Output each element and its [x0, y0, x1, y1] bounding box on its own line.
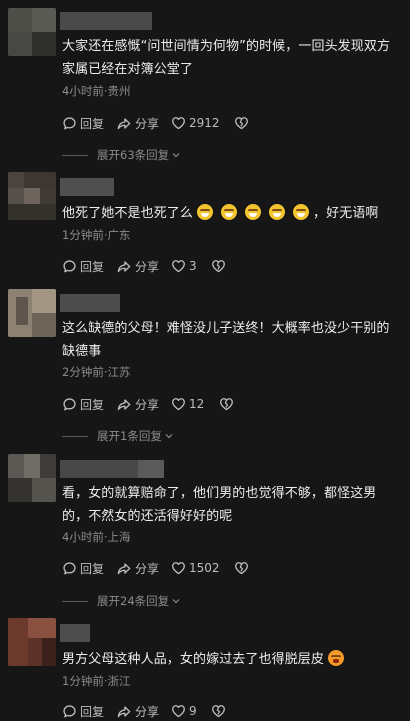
username-redacted[interactable]: [60, 178, 114, 196]
share-arrow-icon: [117, 562, 131, 574]
avatar[interactable]: [8, 8, 56, 56]
comment-actions: 回复 分享 2912: [62, 113, 254, 133]
share-arrow-icon: [117, 260, 131, 272]
share-button[interactable]: 分享: [116, 558, 171, 578]
chevron-down-icon: [172, 599, 180, 604]
share-label: 分享: [135, 704, 160, 719]
share-arrow-icon: [117, 398, 131, 410]
username-redacted[interactable]: [60, 624, 90, 642]
divider-line: [62, 435, 88, 437]
crying-laughing-emoji: [197, 204, 214, 220]
like-count: 1502: [189, 561, 220, 575]
comment-meta: 1分钟前·广东: [62, 228, 131, 242]
chevron-down-icon: [172, 153, 180, 158]
broken-heart-icon: [212, 260, 225, 273]
dislike-button[interactable]: [234, 558, 254, 578]
reply-button[interactable]: 回复: [62, 256, 116, 276]
comment-actions: 回复 分享 1502: [62, 558, 254, 578]
broken-heart-icon: [234, 117, 248, 130]
crying-laughing-emoji: [245, 204, 262, 220]
comment-meta: 4小时前·贵州: [62, 84, 131, 98]
crying-laughing-emoji: [269, 204, 286, 220]
heart-icon: [172, 398, 185, 411]
heart-icon: [172, 562, 185, 575]
reply-button[interactable]: 回复: [62, 394, 116, 414]
like-button[interactable]: 2912: [171, 113, 220, 133]
reply-label: 回复: [80, 259, 105, 274]
dislike-button[interactable]: [219, 394, 239, 414]
crying-laughing-emoji: [293, 204, 310, 220]
broken-heart-icon: [234, 562, 248, 575]
dislike-button[interactable]: [234, 113, 254, 133]
reply-button[interactable]: 回复: [62, 701, 116, 721]
comment-text: 这么缺德的父母！难怪没儿子送终！大概率也没少干别的缺德事: [62, 321, 390, 359]
like-button[interactable]: 1502: [171, 558, 220, 578]
like-count: 3: [189, 259, 197, 273]
share-label: 分享: [135, 397, 160, 412]
expand-replies-button[interactable]: 展开1条回复: [62, 428, 174, 444]
broken-heart-icon: [212, 705, 225, 718]
divider-line: [62, 600, 88, 602]
avatar[interactable]: [8, 454, 56, 502]
share-label: 分享: [135, 561, 160, 576]
heart-icon: [172, 260, 185, 273]
comment-actions: 回复 分享 3: [62, 256, 231, 276]
share-arrow-icon: [117, 705, 131, 717]
heart-icon: [172, 705, 185, 718]
comment-text: 看，女的就算赔命了，他们男的也觉得不够，都怪这男的，不然女的还活得好好的呢: [62, 486, 377, 524]
share-button[interactable]: 分享: [116, 113, 171, 133]
username-redacted[interactable]: [60, 294, 120, 312]
share-button[interactable]: 分享: [116, 701, 171, 721]
speech-bubble-icon: [63, 259, 76, 272]
reply-button[interactable]: 回复: [62, 113, 116, 133]
like-count: 9: [189, 704, 197, 718]
like-count: 12: [189, 397, 205, 411]
comment-meta: 2分钟前·江苏: [62, 365, 131, 379]
expand-label: 展开63条回复: [97, 148, 170, 162]
comment-actions: 回复 分享 9: [62, 701, 231, 721]
broken-heart-icon: [220, 398, 233, 411]
reply-label: 回复: [80, 561, 105, 576]
speech-bubble-icon: [63, 704, 76, 717]
reply-label: 回复: [80, 397, 105, 412]
speech-bubble-icon: [63, 116, 76, 129]
like-count: 2912: [189, 116, 220, 130]
speech-bubble-icon: [63, 397, 76, 410]
blushing-emoji: [328, 650, 345, 666]
expand-replies-button[interactable]: 展开63条回复: [62, 147, 181, 163]
comment-list: 大家还在感慨“问世间情为何物”的时候，一回头发现双方家属已经在对簿公堂了 4小时…: [0, 0, 410, 721]
like-button[interactable]: 3: [171, 256, 197, 276]
share-button[interactable]: 分享: [116, 256, 171, 276]
dislike-button[interactable]: [211, 701, 231, 721]
reply-button[interactable]: 回复: [62, 558, 116, 578]
dislike-button[interactable]: [211, 256, 231, 276]
heart-icon: [172, 117, 185, 130]
share-label: 分享: [135, 259, 160, 274]
divider-line: [62, 154, 88, 156]
expand-label: 展开1条回复: [97, 429, 162, 443]
comment-text: 大家还在感慨“问世间情为何物”的时候，一回头发现双方家属已经在对簿公堂了: [62, 39, 391, 77]
username-redacted[interactable]: [60, 12, 152, 30]
comment-meta: 4小时前·上海: [62, 530, 131, 544]
comment-text: 他死了她不是也死了么 ，好无语啊: [62, 204, 379, 221]
expand-label: 展开24条回复: [97, 594, 170, 608]
avatar[interactable]: [8, 172, 56, 220]
reply-label: 回复: [80, 704, 105, 719]
expand-replies-button[interactable]: 展开24条回复: [62, 593, 181, 609]
comment-meta: 1分钟前·浙江: [62, 674, 131, 688]
reply-label: 回复: [80, 116, 105, 131]
crying-laughing-emoji: [221, 204, 238, 220]
share-button[interactable]: 分享: [116, 394, 171, 414]
avatar[interactable]: [8, 618, 56, 666]
chevron-down-icon: [165, 434, 173, 439]
share-arrow-icon: [117, 117, 131, 129]
comment-text: 男方父母这种人品，女的嫁过去了也得脱层皮: [62, 648, 402, 671]
share-label: 分享: [135, 116, 160, 131]
comment-actions: 回复 分享 12: [62, 394, 239, 414]
username-redacted[interactable]: [60, 460, 164, 478]
like-button[interactable]: 9: [171, 701, 197, 721]
avatar[interactable]: [8, 289, 56, 337]
like-button[interactable]: 12: [171, 394, 205, 414]
speech-bubble-icon: [63, 561, 76, 574]
